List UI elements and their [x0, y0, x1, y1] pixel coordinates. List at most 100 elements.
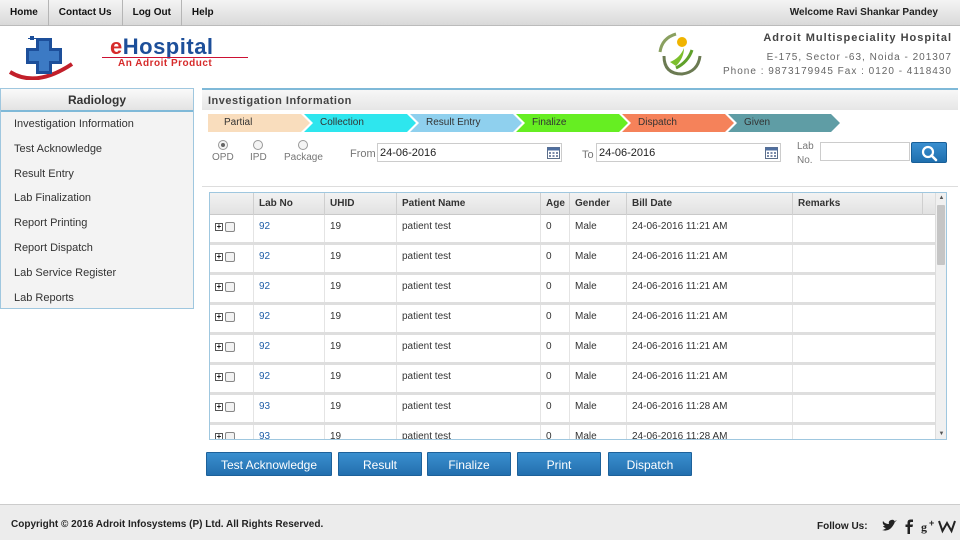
scroll-thumb[interactable] — [937, 205, 945, 265]
row-checkbox[interactable] — [225, 222, 235, 232]
row-checkbox[interactable] — [225, 402, 235, 412]
table-row[interactable]: +92 19 patient test 0 Male 24-06-2016 11:21 A… — [210, 365, 935, 395]
step-dispatch[interactable]: Dispatch — [622, 114, 734, 132]
main-panel: Investigation Information Partial Collec… — [202, 88, 958, 480]
col-header-remarks[interactable]: Remarks — [792, 193, 922, 215]
row-checkbox[interactable] — [225, 342, 235, 352]
table-scrollbar[interactable]: ▲ ▼ — [935, 193, 946, 439]
step-given[interactable]: Given — [728, 114, 840, 132]
col-header-gender[interactable]: Gender — [569, 193, 626, 215]
expand-plus-icon[interactable]: + — [215, 433, 223, 439]
col-header-bill-date[interactable]: Bill Date — [626, 193, 792, 215]
sidebar-item-report-dispatch[interactable]: Report Dispatch — [1, 236, 193, 261]
radio-opd-button[interactable] — [217, 140, 228, 150]
table-row[interactable]: +92 19 patient test 0 Male 24-06-2016 11:21 A… — [210, 215, 935, 245]
cell-lab-no[interactable]: 92 — [253, 335, 324, 362]
scroll-down-icon[interactable]: ▼ — [936, 429, 946, 439]
cell-age: 0 — [540, 305, 569, 332]
finalize-button[interactable]: Finalize — [427, 452, 511, 476]
row-checkbox[interactable] — [225, 372, 235, 382]
test-acknowledge-button[interactable]: Test Acknowledge — [206, 452, 332, 476]
cell-age: 0 — [540, 245, 569, 272]
cell-lab-no[interactable]: 92 — [253, 305, 324, 332]
row-checkbox[interactable] — [225, 252, 235, 262]
w-icon[interactable] — [938, 517, 956, 535]
col-header-uhid[interactable]: UHID — [324, 193, 396, 215]
step-collection[interactable]: Collection — [304, 114, 416, 132]
sidebar-item-report-printing[interactable]: Report Printing — [1, 211, 193, 236]
col-header-age[interactable]: Age — [540, 193, 569, 215]
expand-plus-icon[interactable]: + — [215, 403, 223, 411]
hospital-name: Adroit Multispeciality Hospital — [763, 32, 952, 44]
table-row[interactable]: +92 19 patient test 0 Male 24-06-2016 11:21 A… — [210, 275, 935, 305]
nav-contact-link[interactable]: Contact Us — [49, 0, 123, 26]
google-plus-icon[interactable]: g + — [920, 517, 938, 535]
radio-package-button[interactable] — [298, 140, 309, 150]
scroll-up-icon[interactable]: ▲ — [936, 193, 946, 203]
cell-lab-no[interactable]: 92 — [253, 215, 324, 242]
search-button[interactable] — [911, 142, 947, 163]
radio-package[interactable]: Package — [284, 140, 323, 163]
print-button[interactable]: Print — [517, 452, 601, 476]
expand-plus-icon[interactable]: + — [215, 253, 223, 261]
row-checkbox[interactable] — [225, 432, 235, 439]
dispatch-button[interactable]: Dispatch — [608, 452, 692, 476]
row-checkbox[interactable] — [225, 312, 235, 322]
investigation-table: Lab No UHID Patient Name Age Gender Bill… — [209, 192, 947, 440]
cell-age: 0 — [540, 395, 569, 422]
col-header-lab-no[interactable]: Lab No — [253, 193, 324, 215]
cell-patient-name: patient test — [396, 275, 540, 302]
radio-ipd[interactable]: IPD — [250, 140, 267, 163]
cell-lab-no[interactable]: 92 — [253, 245, 324, 272]
table-row[interactable]: +93 19 patient test 0 Male 24-06-2016 11:28 A… — [210, 425, 935, 439]
cell-lab-no[interactable]: 92 — [253, 275, 324, 302]
twitter-icon[interactable] — [880, 517, 898, 535]
cell-bill-date: 24-06-2016 11:28 AM — [626, 425, 792, 439]
table-row[interactable]: +93 19 patient test 0 Male 24-06-2016 11:28 A… — [210, 395, 935, 425]
expand-plus-icon[interactable]: + — [215, 313, 223, 321]
expand-plus-icon[interactable]: + — [215, 223, 223, 231]
expand-plus-icon[interactable]: + — [215, 283, 223, 291]
table-row[interactable]: +92 19 patient test 0 Male 24-06-2016 11:21 A… — [210, 245, 935, 275]
sidebar-item-lab-finalization[interactable]: Lab Finalization — [1, 186, 193, 211]
sidebar-item-lab-service-register[interactable]: Lab Service Register — [1, 261, 193, 286]
lab-no-input[interactable] — [820, 142, 910, 161]
expand-plus-icon[interactable]: + — [215, 373, 223, 381]
nav-home-link[interactable]: Home — [0, 0, 49, 26]
result-button[interactable]: Result — [338, 452, 422, 476]
from-date-input[interactable] — [377, 143, 562, 162]
facebook-icon[interactable] — [900, 517, 918, 535]
cell-gender: Male — [569, 425, 626, 439]
table-row[interactable]: +92 19 patient test 0 Male 24-06-2016 11:21 A… — [210, 305, 935, 335]
svg-text:g: g — [921, 520, 927, 534]
table-row[interactable]: +92 19 patient test 0 Male 24-06-2016 11:21 A… — [210, 335, 935, 365]
radio-ipd-button[interactable] — [253, 140, 264, 150]
col-header-patient-name[interactable]: Patient Name — [396, 193, 540, 215]
cell-lab-no[interactable]: 93 — [253, 395, 324, 422]
cell-patient-name: patient test — [396, 305, 540, 332]
step-partial[interactable]: Partial — [208, 114, 310, 132]
radio-opd[interactable]: OPD — [212, 140, 234, 163]
expand-plus-icon[interactable]: + — [215, 343, 223, 351]
status-steps: Partial Collection Result Entry Finalize… — [208, 114, 848, 132]
row-checkbox[interactable] — [225, 282, 235, 292]
nav-logout-link[interactable]: Log Out — [123, 0, 182, 26]
sidebar-item-investigation-information[interactable]: Investigation Information — [1, 112, 193, 137]
cell-lab-no[interactable]: 93 — [253, 425, 324, 439]
to-calendar-icon[interactable] — [765, 146, 778, 159]
copyright-text: Copyright © 2016 Adroit Infosystems (P) … — [11, 519, 324, 530]
search-icon — [921, 145, 938, 162]
step-result-entry[interactable]: Result Entry — [410, 114, 522, 132]
header: eHospital An Adroit Product Adroit Multi… — [0, 26, 960, 86]
from-calendar-icon[interactable] — [547, 146, 560, 159]
sidebar-item-test-acknowledge[interactable]: Test Acknowledge — [1, 137, 193, 162]
sidebar-item-result-entry[interactable]: Result Entry — [1, 162, 193, 187]
nav-help-link[interactable]: Help — [182, 0, 224, 26]
cell-lab-no[interactable]: 92 — [253, 365, 324, 392]
to-date-input[interactable] — [596, 143, 781, 162]
cell-uhid: 19 — [324, 425, 396, 439]
sidebar-item-lab-reports[interactable]: Lab Reports — [1, 286, 193, 311]
step-finalize[interactable]: Finalize — [516, 114, 628, 132]
row-controls: + — [215, 371, 235, 383]
cell-age: 0 — [540, 335, 569, 362]
